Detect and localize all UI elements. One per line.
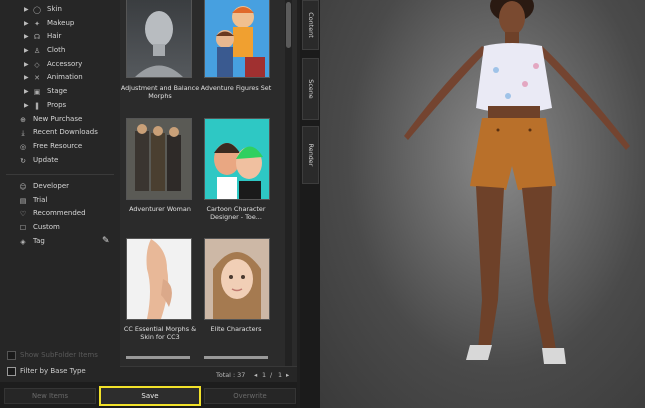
category-panel: ▶ ◯ Skin ▶ ✦ Makeup ▶ ☊ Hair ▶ ♙ Cloth ▶… <box>0 0 121 382</box>
skin-body-image <box>127 239 191 319</box>
developer-icon: ☺ <box>19 183 27 191</box>
caption-cc-essential: CC Essential Morphs & Skin for CC3 <box>123 325 197 341</box>
library-footer: Total : 37 ◂ 1 / 1 ▸ <box>120 366 297 383</box>
tree-item-stage[interactable]: ▶ ▣ Stage <box>0 85 118 99</box>
head-model-image <box>135 11 183 77</box>
filter-item-recommended[interactable]: ♡ Recommended <box>0 207 118 221</box>
panel-options: Show SubFolder Items Filter by Base Type <box>0 347 120 379</box>
filter-base-type-checkbox[interactable]: Filter by Base Type <box>0 363 120 379</box>
save-button[interactable]: Save <box>99 386 201 406</box>
library-scrollbar[interactable] <box>285 0 292 366</box>
filter-item-tag[interactable]: ◈ Tag <box>0 235 118 249</box>
accessory-icon: ◇ <box>34 60 40 69</box>
content-library-panel: Adjustment and Balance Morphs Adventure … <box>120 0 297 382</box>
skin-icon: ◯ <box>33 6 41 14</box>
animation-icon: ✕ <box>34 74 40 83</box>
elite-face-image <box>205 239 269 319</box>
tree-item-cloth[interactable]: ▶ ♙ Cloth <box>0 44 118 58</box>
quick-item-new-purchase[interactable]: ⊕ New Purchase <box>0 113 118 127</box>
page-prev-icon[interactable]: ◂ <box>254 371 257 379</box>
page-total: 1 <box>278 371 283 379</box>
tree-item-props[interactable]: ▶ ❚ Props <box>0 99 118 113</box>
tree-item-skin[interactable]: ▶ ◯ Skin <box>0 3 118 17</box>
custom-icon: ☐ <box>19 224 27 233</box>
checkbox-icon <box>7 367 16 376</box>
thumbnail-cc-essential[interactable] <box>126 238 192 320</box>
thumbnail-next-row[interactable] <box>204 356 268 359</box>
stage-icon: ▣ <box>33 88 41 97</box>
thumbnail-tab <box>126 238 156 239</box>
tree-item-makeup[interactable]: ▶ ✦ Makeup <box>0 17 118 31</box>
page-next-icon[interactable]: ▸ <box>286 371 289 379</box>
quick-item-recent-downloads[interactable]: ⤓ Recent Downloads <box>0 126 118 140</box>
props-icon: ❚ <box>34 101 40 110</box>
caption-cartoon-designer: Cartoon Character Designer - Toe... <box>206 205 266 221</box>
library-scrollbar-thumb[interactable] <box>286 2 291 48</box>
expand-arrow-icon[interactable]: ▶ <box>24 30 29 44</box>
thumbnail-adventure-figures[interactable] <box>204 0 270 78</box>
filter-item-custom[interactable]: ☐ Custom <box>0 221 118 235</box>
expand-arrow-icon[interactable]: ▶ <box>24 44 29 58</box>
tree-item-hair[interactable]: ▶ ☊ Hair <box>0 30 118 44</box>
page-separator: / <box>270 371 273 379</box>
new-purchase-icon: ⊕ <box>20 115 26 124</box>
page-current: 1 <box>262 371 267 379</box>
3d-viewport[interactable] <box>320 0 645 408</box>
filter-item-trial[interactable]: ▤ Trial <box>0 194 118 208</box>
cartoon-figures-image <box>205 0 269 77</box>
expand-arrow-icon[interactable]: ▶ <box>24 17 29 31</box>
tag-icon: ◈ <box>20 237 26 246</box>
cloth-icon: ♙ <box>33 47 41 56</box>
tab-content[interactable]: Content <box>302 0 319 50</box>
edit-tag-pencil-icon[interactable]: ✎ <box>102 236 110 246</box>
makeup-icon: ✦ <box>34 19 40 28</box>
expand-arrow-icon[interactable]: ▶ <box>24 99 29 113</box>
expand-arrow-icon[interactable]: ▶ <box>24 58 29 72</box>
thumbnail-tab <box>204 238 234 239</box>
hair-icon: ☊ <box>33 33 41 42</box>
thumbnail-adventurer-woman[interactable] <box>126 118 192 200</box>
total-count: Total : 37 <box>216 371 246 379</box>
new-items-button[interactable]: New Items <box>4 388 96 404</box>
cartoon-heads-image <box>205 119 269 199</box>
divider <box>6 174 114 175</box>
show-subfolder-checkbox[interactable]: Show SubFolder Items <box>0 347 120 363</box>
expand-arrow-icon[interactable]: ▶ <box>24 3 29 17</box>
expand-arrow-icon[interactable]: ▶ <box>24 85 29 99</box>
caption-adjustment-morphs: Adjustment and Balance Morphs <box>120 84 200 100</box>
tab-render[interactable]: Render <box>302 126 319 184</box>
checkbox-icon <box>7 351 16 360</box>
download-icon: ⤓ <box>21 129 25 138</box>
thumbnail-next-row[interactable] <box>126 356 190 359</box>
thumbnail-cartoon-designer[interactable] <box>204 118 270 200</box>
caption-elite-characters: Elite Characters <box>210 325 262 333</box>
expand-arrow-icon[interactable]: ▶ <box>24 71 29 85</box>
trial-icon: ▤ <box>19 196 27 205</box>
character-model <box>404 0 630 364</box>
free-resource-icon: ◎ <box>19 142 27 151</box>
recommended-icon: ♡ <box>19 210 27 219</box>
tree-item-accessory[interactable]: ▶ ◇ Accessory <box>0 58 118 72</box>
update-icon: ↻ <box>20 156 26 165</box>
caption-adventure-figures: Adventure Figures Set <box>200 84 272 92</box>
thumbnail-adjustment-morphs[interactable] <box>126 0 192 78</box>
filter-list: ☺ Developer ▤ Trial ♡ Recommended ☐ Cust… <box>0 180 118 248</box>
category-tree: ▶ ◯ Skin ▶ ✦ Makeup ▶ ☊ Hair ▶ ♙ Cloth ▶… <box>0 0 118 165</box>
thumbnail-elite-characters[interactable] <box>204 238 270 320</box>
quick-item-update[interactable]: ↻ Update <box>0 154 118 168</box>
quick-item-free-resource[interactable]: ◎ Free Resource <box>0 140 118 154</box>
side-tab-bar: Content Scene Render <box>300 0 320 408</box>
caption-adventurer-woman: Adventurer Woman <box>129 205 191 213</box>
overwrite-button[interactable]: Overwrite <box>204 388 296 404</box>
tree-item-animation[interactable]: ▶ ✕ Animation <box>0 71 118 85</box>
thumbnail-tab <box>204 118 234 119</box>
tab-scene[interactable]: Scene <box>302 58 319 120</box>
thumbnail-tab <box>126 118 156 119</box>
filter-item-developer[interactable]: ☺ Developer <box>0 180 118 194</box>
adventurer-image <box>127 119 191 199</box>
